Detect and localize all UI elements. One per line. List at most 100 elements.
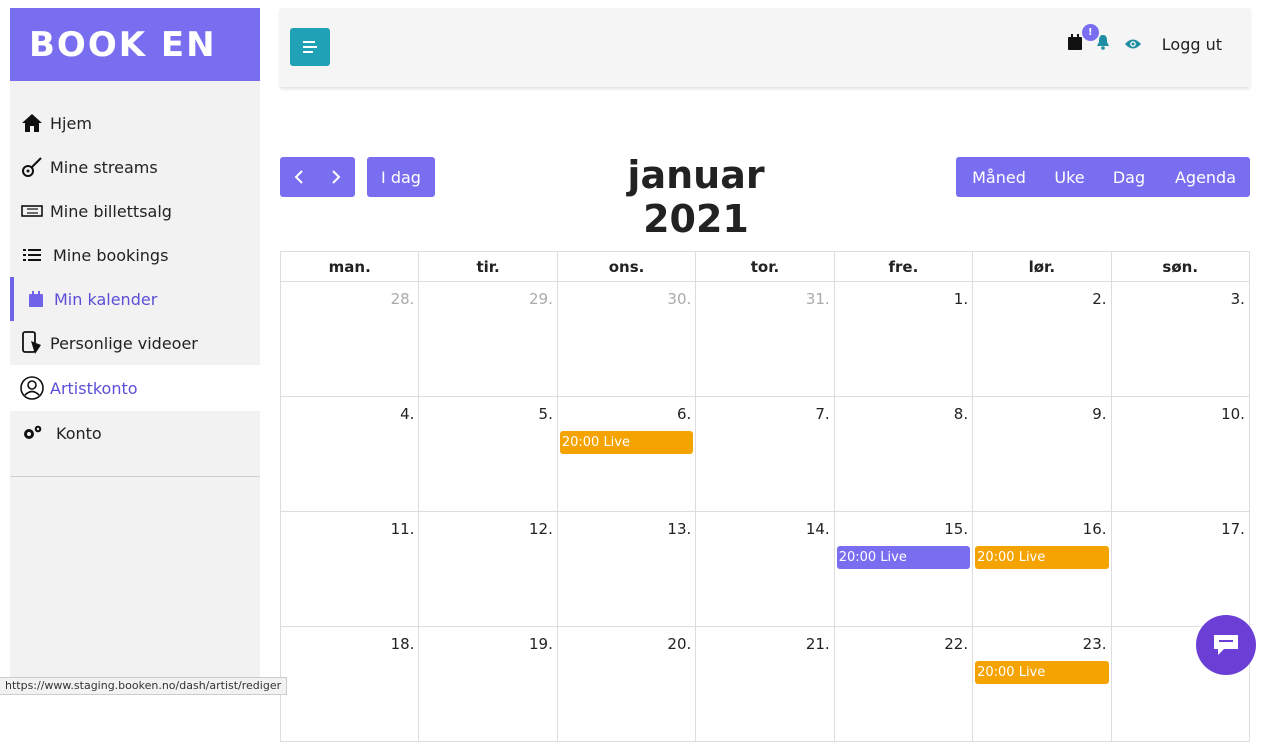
day-number[interactable]: 13. xyxy=(667,520,691,538)
day-number[interactable]: 20. xyxy=(667,635,691,653)
header-icons: ! Logg ut xyxy=(1068,34,1222,54)
sidebar-item-mine-bookings[interactable]: Mine bookings xyxy=(10,233,260,277)
chat-button[interactable] xyxy=(1196,615,1256,675)
calendar-day-cell[interactable]: 17. xyxy=(1112,512,1250,627)
calendar-day-cell[interactable]: 31. xyxy=(696,282,834,397)
day-number[interactable]: 8. xyxy=(954,405,968,423)
menu-toggle-button[interactable] xyxy=(290,28,330,66)
day-number[interactable]: 9. xyxy=(1092,405,1106,423)
calendar-day-cell[interactable]: 15. 20:00 Live xyxy=(835,512,973,627)
day-number[interactable]: 7. xyxy=(815,405,829,423)
logout-link[interactable]: Logg ut xyxy=(1162,35,1222,54)
top-header: ! Logg ut xyxy=(280,8,1250,87)
day-number[interactable]: 1. xyxy=(954,290,968,308)
sidebar-item-konto[interactable]: Konto xyxy=(10,411,260,455)
next-button[interactable] xyxy=(317,157,355,197)
view-button-group: Måned Uke Dag Agenda xyxy=(956,157,1250,197)
day-number[interactable]: 12. xyxy=(529,520,553,538)
weekday-label: tor. xyxy=(696,252,834,282)
day-number[interactable]: 21. xyxy=(806,635,830,653)
calendar-event[interactable]: 20:00 Live xyxy=(560,431,693,454)
view-day-button[interactable]: Dag xyxy=(1097,157,1161,197)
calendar-event[interactable]: 20:00 Live xyxy=(975,661,1108,684)
weekday-label: tir. xyxy=(419,252,557,282)
calendar-weeks: 28. 29. 30. 31. 1. 2. 3. 4. 5. 6. 20:00 Live 7. 8. 9.… xyxy=(281,282,1250,742)
calendar-day-cell[interactable]: 14. xyxy=(696,512,834,627)
calendar-icon xyxy=(24,287,48,311)
today-button[interactable]: I dag xyxy=(367,157,435,197)
calendar-day-cell[interactable]: 1. xyxy=(835,282,973,397)
calendar-notification-icon[interactable]: ! xyxy=(1068,34,1082,54)
eye-icon[interactable] xyxy=(1124,35,1142,54)
calendar-day-cell[interactable]: 7. xyxy=(696,397,834,512)
calendar-day-cell[interactable]: 12. xyxy=(419,512,557,627)
view-agenda-button[interactable]: Agenda xyxy=(1161,157,1250,197)
day-number[interactable]: 4. xyxy=(400,405,414,423)
day-number[interactable]: 23. xyxy=(1083,635,1107,653)
calendar-day-cell[interactable]: 9. xyxy=(973,397,1111,512)
calendar-event[interactable]: 20:00 Live xyxy=(837,546,970,569)
calendar-week-row: 18. 19. 20. 21. 22. 23. 20:00 Live xyxy=(281,627,1250,742)
sidebar-item-artistkonto[interactable]: Artistkonto xyxy=(10,365,260,411)
day-number[interactable]: 14. xyxy=(806,520,830,538)
day-number[interactable]: 30. xyxy=(667,290,691,308)
menu-line xyxy=(303,51,313,53)
bell-icon[interactable] xyxy=(1096,34,1110,54)
calendar-day-cell[interactable]: 23. 20:00 Live xyxy=(973,627,1111,742)
day-number[interactable]: 6. xyxy=(677,405,691,423)
calendar-event[interactable]: 20:00 Live xyxy=(975,546,1108,569)
calendar-day-cell[interactable]: 30. xyxy=(558,282,696,397)
sidebar-item-min-kalender[interactable]: Min kalender xyxy=(10,277,260,321)
gears-icon xyxy=(20,421,44,445)
guitar-icon xyxy=(20,155,44,179)
weekday-label: man. xyxy=(281,252,419,282)
calendar-day-cell[interactable]: 3. xyxy=(1112,282,1250,397)
chat-icon xyxy=(1212,633,1240,657)
calendar-day-cell[interactable]: 8. xyxy=(835,397,973,512)
calendar-day-cell[interactable]: 4. xyxy=(281,397,419,512)
day-number[interactable]: 19. xyxy=(529,635,553,653)
calendar-day-cell[interactable]: 13. xyxy=(558,512,696,627)
calendar-day-cell[interactable]: 10. xyxy=(1112,397,1250,512)
day-number[interactable]: 2. xyxy=(1092,290,1106,308)
sidebar-item-hjem[interactable]: Hjem xyxy=(10,101,260,145)
user-circle-icon xyxy=(20,376,44,400)
prev-button[interactable] xyxy=(280,157,317,197)
notification-badge: ! xyxy=(1082,24,1099,41)
day-number[interactable]: 10. xyxy=(1221,405,1245,423)
calendar-day-cell[interactable]: 18. xyxy=(281,627,419,742)
calendar-day-cell[interactable]: 19. xyxy=(419,627,557,742)
day-number[interactable]: 16. xyxy=(1083,520,1107,538)
calendar-day-cell[interactable]: 6. 20:00 Live xyxy=(558,397,696,512)
calendar-day-cell[interactable]: 22. xyxy=(835,627,973,742)
calendar-week-row: 4. 5. 6. 20:00 Live 7. 8. 9. 10. xyxy=(281,397,1250,512)
day-number[interactable]: 22. xyxy=(944,635,968,653)
calendar-day-cell[interactable]: 28. xyxy=(281,282,419,397)
calendar-day-cell[interactable]: 29. xyxy=(419,282,557,397)
calendar-day-cell[interactable]: 21. xyxy=(696,627,834,742)
day-number[interactable]: 5. xyxy=(539,405,553,423)
calendar-day-cell[interactable]: 16. 20:00 Live xyxy=(973,512,1111,627)
day-number[interactable]: 17. xyxy=(1221,520,1245,538)
weekday-header: man. tir. ons. tor. fre. lør. søn. xyxy=(281,252,1250,282)
calendar-day-cell[interactable]: 2. xyxy=(973,282,1111,397)
calendar-day-cell[interactable]: 20. xyxy=(558,627,696,742)
day-number[interactable]: 29. xyxy=(529,290,553,308)
logo[interactable]: BOOK EN xyxy=(10,8,260,81)
view-week-button[interactable]: Uke xyxy=(1042,157,1097,197)
view-month-button[interactable]: Måned xyxy=(956,157,1042,197)
day-number[interactable]: 3. xyxy=(1231,290,1245,308)
sidebar-item-mine-streams[interactable]: Mine streams xyxy=(10,145,260,189)
sidebar-item-mine-billettsalg[interactable]: Mine billettsalg xyxy=(10,189,260,233)
day-number[interactable]: 18. xyxy=(391,635,415,653)
sidebar-item-label: Mine streams xyxy=(50,158,158,177)
day-number[interactable]: 11. xyxy=(391,520,415,538)
menu-line xyxy=(303,46,317,48)
calendar-day-cell[interactable]: 11. xyxy=(281,512,419,627)
calendar-week-row: 11. 12. 13. 14. 15. 20:00 Live 16. 20:00 Live 17… xyxy=(281,512,1250,627)
day-number[interactable]: 15. xyxy=(944,520,968,538)
day-number[interactable]: 28. xyxy=(391,290,415,308)
calendar-day-cell[interactable]: 5. xyxy=(419,397,557,512)
sidebar-item-personlige-videoer[interactable]: Personlige videoer xyxy=(10,321,260,365)
day-number[interactable]: 31. xyxy=(806,290,830,308)
